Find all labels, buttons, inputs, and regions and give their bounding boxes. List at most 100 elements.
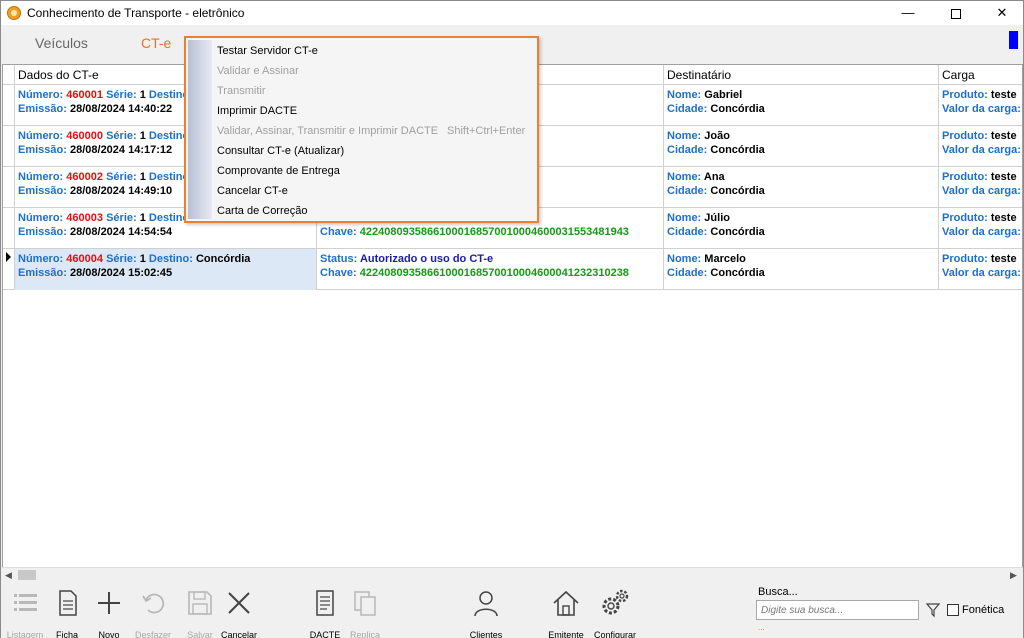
produto-value: teste [990, 212, 1017, 224]
numero-label: Número: [18, 212, 64, 224]
cell-status[interactable]: Status: Autorizado o uso do CT-e Chave: … [317, 249, 664, 290]
serie-value: 1 [139, 130, 146, 142]
replica-label: Replica [349, 630, 380, 638]
filter-icon[interactable] [926, 602, 940, 618]
produto-label: Produto: [942, 89, 988, 101]
replica-button[interactable]: Replica [342, 588, 388, 638]
cell-carga[interactable]: Produto: teste Valor da carga: [939, 208, 1022, 249]
close-button[interactable]: ✕ [979, 1, 1024, 25]
menu-gutter [188, 40, 212, 219]
nome-value: João [704, 130, 730, 142]
nome-value: Marcelo [704, 253, 746, 265]
destino-label: Destino: [148, 253, 193, 265]
cell-destinatario[interactable]: Nome: João Cidade: Concórdia [664, 126, 939, 167]
app-logo-icon [7, 6, 21, 20]
nome-label: Nome: [667, 130, 702, 142]
plus-icon [98, 592, 120, 614]
emissao-value: 28/08/2024 14:17:12 [69, 144, 173, 156]
cell-destinatario[interactable]: Nome: Ana Cidade: Concórdia [664, 167, 939, 208]
menu-item-validar-transmitir-imprimir[interactable]: Validar, Assinar, Transmitir e Imprimir … [217, 121, 535, 141]
menu-item-testar-servidor[interactable]: Testar Servidor CT-e [217, 41, 535, 61]
serie-label: Série: [106, 171, 137, 183]
emissao-value: 28/08/2024 14:49:10 [69, 185, 173, 197]
menu-item-transmitir[interactable]: Transmitir [217, 81, 535, 101]
nome-label: Nome: [667, 253, 702, 265]
cancelar-button[interactable]: Cancelar [216, 588, 262, 638]
emissao-label: Emissão: [18, 144, 67, 156]
title-bar: Conhecimento de Transporte - eletrônico … [1, 1, 1023, 25]
save-icon [188, 591, 212, 615]
cell-carga[interactable]: Produto: teste Valor da carga: [939, 126, 1022, 167]
document-icon [59, 590, 77, 616]
serie-label: Série: [106, 212, 137, 224]
cell-carga[interactable]: Produto: teste Valor da carga: [939, 167, 1022, 208]
produto-label: Produto: [942, 212, 988, 224]
cell-carga[interactable]: Produto: teste Valor da carga: [939, 85, 1022, 126]
serie-label: Série: [106, 89, 137, 101]
printout-icon [316, 590, 334, 616]
minimize-button[interactable]: — [885, 1, 931, 25]
menu-veiculos[interactable]: Veículos [35, 35, 88, 51]
emitente-button[interactable]: Emitente [543, 588, 589, 638]
valor-carga-label: Valor da carga: [942, 185, 1021, 197]
emissao-value: 28/08/2024 14:40:22 [69, 103, 173, 115]
emissao-label: Emissão: [18, 185, 67, 197]
cell-dados[interactable]: Número: 460004 Série: 1 Destino: Concórd… [15, 249, 317, 290]
serie-value: 1 [139, 171, 146, 183]
search-input[interactable] [756, 600, 919, 620]
nome-label: Nome: [667, 171, 702, 183]
window-title: Conhecimento de Transporte - eletrônico [27, 6, 245, 20]
maximize-icon [951, 8, 961, 19]
produto-value: teste [990, 130, 1017, 142]
numero-value: 460002 [66, 171, 104, 183]
horizontal-scrollbar[interactable]: ◀ ▶ [2, 567, 1023, 581]
chave-value: 4224080935866100016857001000460004123231… [359, 267, 629, 279]
cell-carga[interactable]: Produto: teste Valor da carga: [939, 249, 1022, 290]
copy-icon [354, 591, 376, 616]
maximize-button[interactable] [933, 1, 979, 25]
menu-item-imprimir-dacte[interactable]: Imprimir DACTE [217, 101, 535, 121]
cell-destinatario[interactable]: Nome: Gabriel Cidade: Concórdia [664, 85, 939, 126]
menu-item-label: Cancelar CT-e [217, 185, 288, 197]
menu-cte[interactable]: CT-e [141, 35, 171, 51]
numero-value: 460001 [66, 89, 104, 101]
serie-label: Série: [106, 130, 137, 142]
fonetica-checkbox[interactable] [947, 604, 959, 616]
menu-item-label: Validar e Assinar [217, 65, 299, 77]
indicator-column-header [3, 65, 15, 85]
menu-item-comprovante-entrega[interactable]: Comprovante de Entrega [217, 161, 535, 181]
menu-item-cancelar-cte[interactable]: Cancelar CT-e [217, 181, 535, 201]
scroll-left-icon[interactable]: ◀ [5, 570, 12, 581]
nome-label: Nome: [667, 89, 702, 101]
scroll-right-icon[interactable]: ▶ [1010, 570, 1017, 581]
column-header-destinatario[interactable]: Destinatário [664, 65, 939, 85]
table-row-selected[interactable]: Número: 460004 Série: 1 Destino: Concórd… [3, 249, 1022, 290]
menu-item-label: Carta de Correção [217, 205, 308, 217]
valor-carga-label: Valor da carga: [942, 103, 1021, 115]
column-header-carga[interactable]: Carga [939, 65, 1022, 85]
clientes-button[interactable]: Clientes [463, 588, 509, 638]
app-window: Conhecimento de Transporte - eletrônico … [0, 0, 1024, 638]
numero-value: 460004 [66, 253, 104, 265]
chave-label: Chave: [320, 267, 357, 279]
menu-item-label: Testar Servidor CT-e [217, 45, 318, 57]
clientes-label: Clientes [469, 630, 503, 638]
destino-value: Concórdia [195, 253, 251, 265]
cidade-label: Cidade: [667, 185, 708, 197]
menu-item-consultar-cte[interactable]: Consultar CT-e (Atualizar) [217, 141, 535, 161]
produto-label: Produto: [942, 253, 988, 265]
cidade-value: Concórdia [710, 267, 765, 279]
serie-value: 1 [139, 89, 146, 101]
menu-item-label: Imprimir DACTE [217, 105, 298, 117]
scroll-thumb[interactable] [18, 570, 36, 580]
numero-value: 460000 [66, 130, 104, 142]
menu-item-carta-correcao[interactable]: Carta de Correção [217, 201, 535, 221]
emissao-label: Emissão: [18, 267, 67, 279]
cidade-label: Cidade: [667, 103, 708, 115]
cell-destinatario[interactable]: Nome: Júlio Cidade: Concórdia [664, 208, 939, 249]
cell-destinatario[interactable]: Nome: Marcelo Cidade: Concórdia [664, 249, 939, 290]
valor-carga-label: Valor da carga: [942, 267, 1021, 279]
menu-item-validar-assinar[interactable]: Validar e Assinar [217, 61, 535, 81]
numero-label: Número: [18, 130, 64, 142]
configurar-button[interactable]: Configurar [592, 588, 638, 638]
